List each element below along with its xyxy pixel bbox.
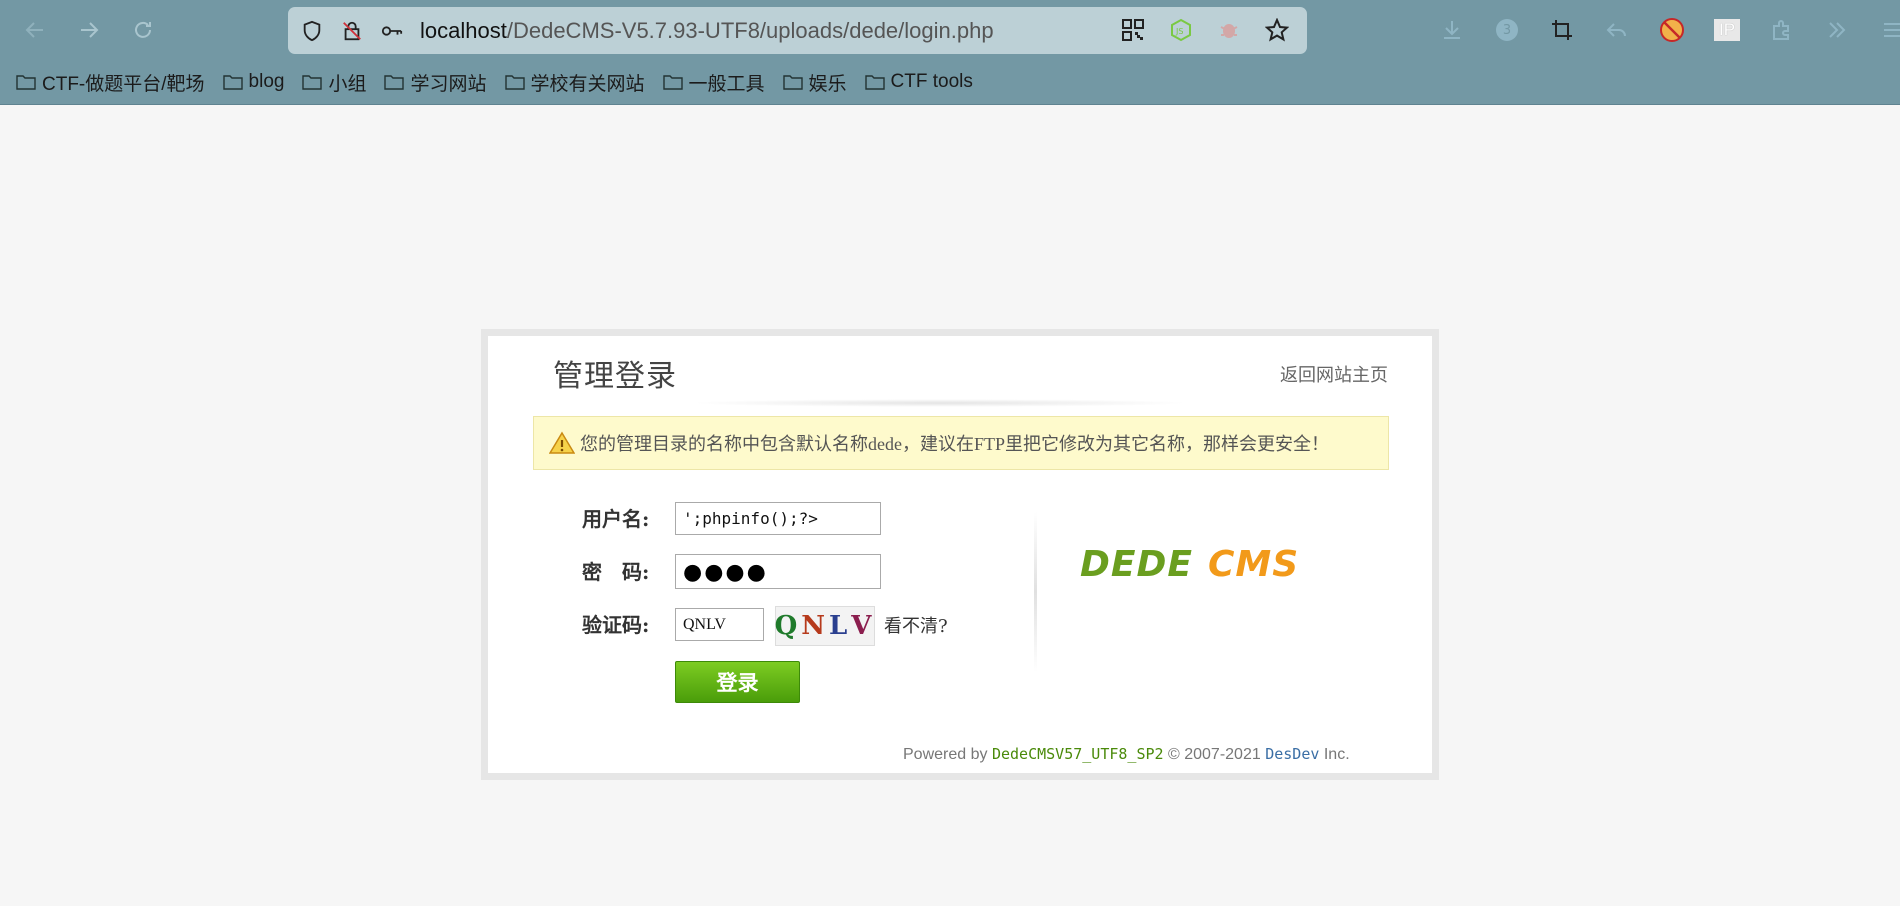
captcha-char: L bbox=[828, 611, 852, 641]
blocked-extension-icon[interactable] bbox=[1648, 6, 1696, 54]
folder-icon bbox=[222, 75, 243, 90]
download-icon[interactable] bbox=[1428, 6, 1476, 54]
copyright-text: © 2007-2021 bbox=[1168, 746, 1261, 763]
bug-extension-icon[interactable] bbox=[1209, 10, 1249, 50]
title-divider bbox=[690, 399, 1190, 407]
password-label: 密 码: bbox=[582, 560, 650, 584]
bookmark-label: 学校有关网站 bbox=[530, 73, 645, 95]
bookmarks-bar: CTF-做题平台/靶场 blog 小组 学习网站 学校有关网站 一般工具 娱乐 … bbox=[16, 66, 991, 98]
login-button[interactable]: 登录 bbox=[675, 661, 800, 703]
crop-icon[interactable] bbox=[1538, 6, 1586, 54]
captcha-char: V bbox=[851, 611, 876, 641]
url-text: localhost/DedeCMS-V5.7.93-UTF8/uploads/d… bbox=[420, 17, 994, 43]
password-mask: ●●●● bbox=[683, 560, 768, 585]
captcha-image[interactable]: QNLV bbox=[775, 606, 875, 646]
bookmark-folder[interactable]: blog bbox=[222, 71, 285, 93]
arrow-right-icon bbox=[81, 22, 99, 38]
svg-text:JS: JS bbox=[1175, 27, 1183, 36]
captcha-label: 验证码: bbox=[582, 613, 650, 637]
folder-icon bbox=[662, 75, 683, 90]
page-title: 管理登录 bbox=[553, 359, 677, 394]
bookmark-folder[interactable]: 一般工具 bbox=[662, 69, 765, 96]
qr-code-icon[interactable] bbox=[1113, 10, 1153, 50]
svg-text:CMS: CMS bbox=[1208, 544, 1299, 585]
bookmark-folder[interactable]: 学校有关网站 bbox=[504, 69, 645, 96]
overflow-chevrons-icon[interactable] bbox=[1813, 6, 1861, 54]
counter-badge-icon[interactable]: 3 bbox=[1483, 6, 1531, 54]
refresh-captcha-link[interactable]: 看不清? bbox=[884, 612, 948, 638]
captcha-input[interactable] bbox=[675, 608, 764, 641]
version-link[interactable]: DedeCMSV57_UTF8_SP2 bbox=[992, 745, 1164, 763]
reload-icon bbox=[135, 21, 151, 38]
vertical-divider bbox=[1034, 512, 1037, 672]
captcha-char: N bbox=[801, 611, 829, 641]
badge-count: 3 bbox=[1502, 23, 1512, 38]
username-input[interactable] bbox=[675, 502, 881, 535]
arrow-left-icon bbox=[25, 22, 43, 38]
insecure-lock-icon[interactable] bbox=[332, 11, 372, 51]
bookmark-folder[interactable]: 小组 bbox=[302, 69, 366, 96]
bookmark-label: 学习网站 bbox=[410, 73, 487, 95]
svg-text:DEDE: DEDE bbox=[1080, 544, 1193, 585]
dedecms-logo: DEDE CMS bbox=[1080, 538, 1330, 592]
bookmark-folder[interactable]: CTF-做题平台/靶场 bbox=[16, 69, 205, 96]
folder-icon bbox=[504, 75, 525, 90]
folder-icon bbox=[302, 75, 323, 90]
bookmark-label: 娱乐 bbox=[808, 73, 847, 95]
bookmark-folder[interactable]: 学习网站 bbox=[384, 69, 487, 96]
footer: Powered by DedeCMSV57_UTF8_SP2 © 2007-20… bbox=[903, 745, 1350, 764]
bookmark-label: 一般工具 bbox=[688, 73, 765, 95]
folder-icon bbox=[384, 75, 405, 90]
star-bookmark-icon[interactable] bbox=[1257, 10, 1297, 50]
back-to-home-link[interactable]: 返回网站主页 bbox=[1280, 361, 1388, 387]
reload-button[interactable] bbox=[116, 3, 170, 57]
undo-icon[interactable] bbox=[1593, 6, 1641, 54]
username-label: 用户名: bbox=[582, 507, 650, 531]
address-bar[interactable]: localhost/DedeCMS-V5.7.93-UTF8/uploads/d… bbox=[288, 7, 1307, 54]
ip-extension-icon[interactable]: IP bbox=[1703, 6, 1751, 54]
security-notice: 您的管理目录的名称中包含默认名称dede，建议在FTP里把它修改为其它名称，那样… bbox=[533, 416, 1389, 470]
shield-icon[interactable] bbox=[292, 11, 332, 51]
folder-icon bbox=[16, 75, 36, 90]
key-icon[interactable] bbox=[372, 11, 412, 51]
bookmark-label: 小组 bbox=[328, 73, 367, 95]
extensions-puzzle-icon[interactable] bbox=[1758, 6, 1806, 54]
powered-by-text: Powered by bbox=[903, 746, 988, 763]
browser-toolbar: localhost/DedeCMS-V5.7.93-UTF8/uploads/d… bbox=[0, 0, 1900, 105]
back-button[interactable] bbox=[8, 3, 62, 57]
forward-button[interactable] bbox=[62, 3, 116, 57]
bookmark-label: CTF tools bbox=[890, 71, 973, 92]
nodejs-extension-icon[interactable]: JS bbox=[1161, 10, 1201, 50]
company-link[interactable]: DesDev bbox=[1265, 745, 1319, 763]
bookmark-label: blog bbox=[248, 71, 285, 92]
captcha-char: Q bbox=[774, 611, 802, 641]
folder-icon bbox=[864, 75, 885, 90]
company-suffix: Inc. bbox=[1323, 746, 1350, 763]
bookmark-label: CTF-做题平台/靶场 bbox=[42, 73, 205, 95]
menu-hamburger-icon[interactable] bbox=[1868, 6, 1900, 54]
warning-icon bbox=[549, 431, 575, 454]
notice-text: 您的管理目录的名称中包含默认名称dede，建议在FTP里把它修改为其它名称，那样… bbox=[580, 434, 1329, 454]
bookmark-folder[interactable]: 娱乐 bbox=[782, 69, 847, 96]
folder-icon bbox=[782, 75, 803, 90]
ip-label: IP bbox=[1713, 19, 1741, 41]
bookmark-folder[interactable]: CTF tools bbox=[864, 71, 973, 93]
